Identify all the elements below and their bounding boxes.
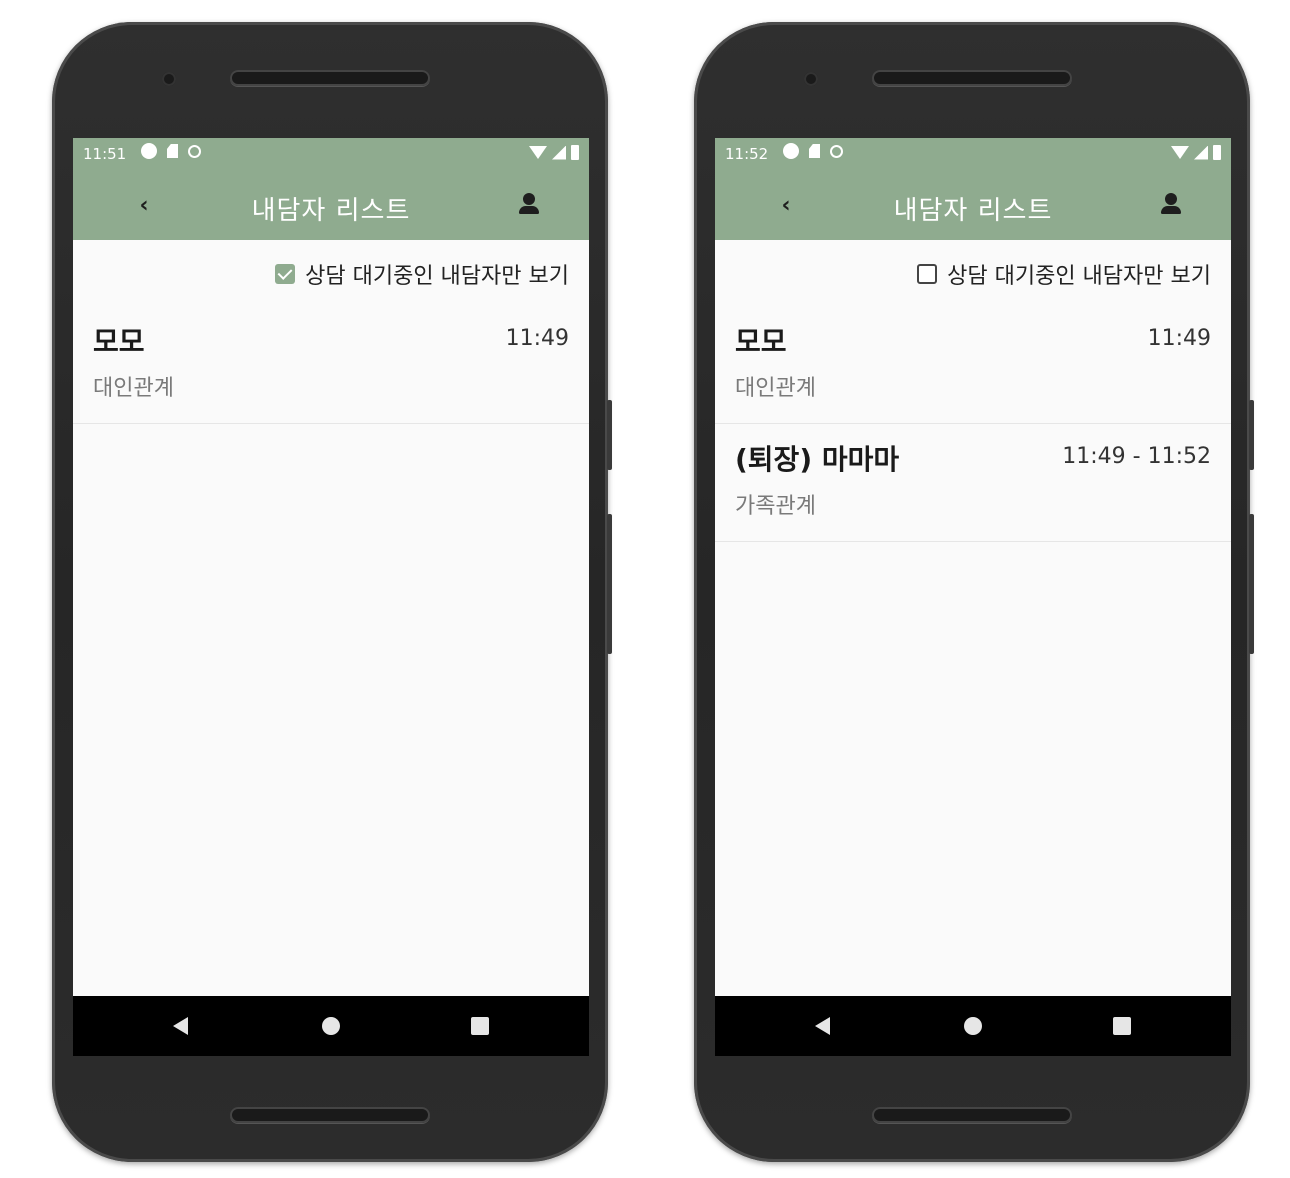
client-name: (퇴장) 마마마 (735, 443, 900, 476)
phone-frame-left: 11:51 ‹ 내담자 리스트 상담 대기중인 내담자만 보기 모모 대인관계 … (52, 22, 612, 1162)
client-relation: 대인관계 (93, 376, 174, 401)
client-name: 모모 (735, 325, 787, 358)
screen: 11:51 ‹ 내담자 리스트 상담 대기중인 내담자만 보기 모모 대인관계 … (73, 138, 589, 1056)
wifi-icon (529, 146, 547, 159)
power-button (1249, 514, 1254, 654)
system-icons (529, 145, 579, 160)
sync-icon (830, 144, 843, 158)
person-icon (523, 193, 535, 205)
power-button (607, 514, 612, 654)
notification-dot-icon (783, 143, 799, 159)
wifi-icon (1171, 146, 1189, 159)
notification-icons (783, 143, 843, 159)
app-bar: ‹ 내담자 리스트 (73, 170, 589, 240)
back-triangle-icon[interactable] (173, 1017, 188, 1035)
client-list-item[interactable]: (퇴장) 마마마 가족관계 11:49 - 11:52 (715, 424, 1231, 542)
filter-checkbox[interactable] (917, 264, 938, 284)
profile-button[interactable] (1159, 192, 1183, 216)
client-time: 11:49 (1147, 326, 1211, 351)
sync-icon (188, 144, 201, 158)
status-time: 11:51 (83, 145, 127, 163)
status-bar: 11:51 (73, 138, 589, 170)
screen: 11:52 ‹ 내담자 리스트 상담 대기중인 내담자만 보기 모모 대인관계 … (715, 138, 1231, 1056)
home-circle-icon[interactable] (964, 1017, 982, 1035)
bottom-speaker (872, 1107, 1072, 1123)
notification-dot-icon (141, 143, 157, 159)
client-time: 11:49 (505, 326, 569, 351)
battery-icon (1213, 145, 1221, 160)
bottom-speaker (230, 1107, 430, 1123)
earpiece-speaker (872, 70, 1072, 86)
person-icon (1165, 193, 1177, 205)
client-relation: 대인관계 (735, 376, 816, 401)
filter-label: 상담 대기중인 내담자만 보기 (947, 264, 1211, 289)
navigation-bar (73, 996, 589, 1056)
sd-card-icon (809, 144, 820, 158)
profile-button[interactable] (517, 192, 541, 216)
volume-button (1249, 400, 1254, 470)
signal-icon (552, 145, 566, 160)
navigation-bar (715, 996, 1231, 1056)
sd-card-icon (167, 144, 178, 158)
phone-frame-right: 11:52 ‹ 내담자 리스트 상담 대기중인 내담자만 보기 모모 대인관계 … (694, 22, 1254, 1162)
waiting-only-filter[interactable]: 상담 대기중인 내담자만 보기 (917, 258, 1211, 290)
recents-square-icon[interactable] (1113, 1017, 1131, 1035)
home-circle-icon[interactable] (322, 1017, 340, 1035)
waiting-only-filter[interactable]: 상담 대기중인 내담자만 보기 (275, 258, 569, 290)
front-camera (804, 72, 818, 86)
page-title: 내담자 리스트 (893, 196, 1053, 226)
client-list-item[interactable]: 모모 대인관계 11:49 (73, 306, 589, 424)
client-list-item[interactable]: 모모 대인관계 11:49 (715, 306, 1231, 424)
client-name: 모모 (93, 325, 145, 358)
volume-button (607, 400, 612, 470)
battery-icon (571, 145, 579, 160)
notification-icons (141, 143, 201, 159)
recents-square-icon[interactable] (471, 1017, 489, 1035)
signal-icon (1194, 145, 1208, 160)
back-triangle-icon[interactable] (815, 1017, 830, 1035)
person-icon-body (519, 206, 539, 214)
client-time: 11:49 - 11:52 (1062, 444, 1211, 469)
person-icon-body (1161, 206, 1181, 214)
filter-label: 상담 대기중인 내담자만 보기 (305, 264, 569, 289)
client-relation: 가족관계 (735, 494, 816, 519)
status-bar: 11:52 (715, 138, 1231, 170)
page-title: 내담자 리스트 (251, 196, 411, 226)
system-icons (1171, 145, 1221, 160)
status-time: 11:52 (725, 145, 769, 163)
earpiece-speaker (230, 70, 430, 86)
app-bar: ‹ 내담자 리스트 (715, 170, 1231, 240)
front-camera (162, 72, 176, 86)
filter-checkbox[interactable] (275, 264, 296, 284)
